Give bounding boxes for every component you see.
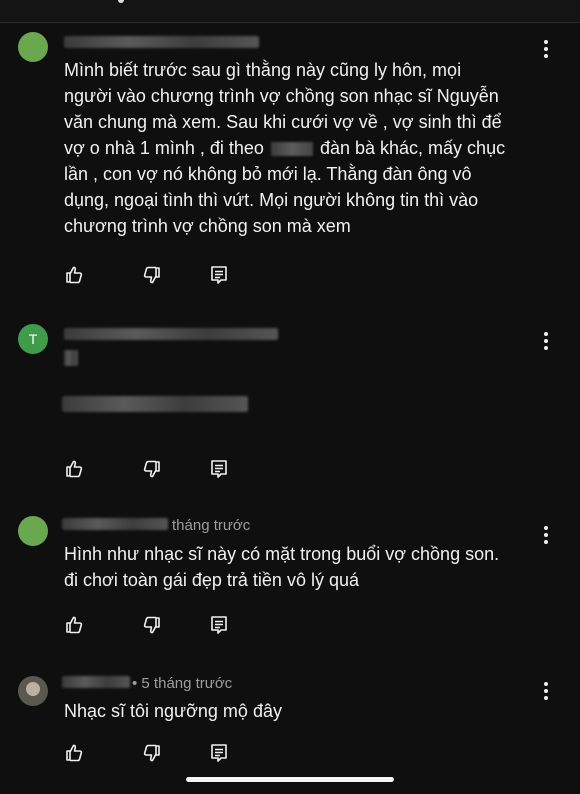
thumb-down-icon xyxy=(143,616,160,634)
reply-button[interactable] xyxy=(208,614,232,638)
more-vert-icon[interactable] xyxy=(538,332,554,352)
home-indicator[interactable] xyxy=(186,777,394,782)
comment-text: Hình như nhạc sĩ này có mặt trong buổi v… xyxy=(64,541,544,593)
author-name-blurred[interactable] xyxy=(64,36,259,48)
comment-line: Hình như nhạc sĩ này có mặt trong buổi v… xyxy=(64,544,500,564)
thumb-down-icon xyxy=(143,460,160,478)
reply-button[interactable] xyxy=(208,264,232,288)
comment-line: người vào chương trình vợ chồng son nhạc… xyxy=(64,86,499,106)
avatar[interactable] xyxy=(18,516,48,546)
avatar[interactable] xyxy=(18,676,48,706)
blurred-text xyxy=(64,350,78,366)
thumb-up-icon xyxy=(66,744,83,762)
author-name-blurred[interactable] xyxy=(62,676,130,688)
comment-line: đi chơi toàn gái đẹp trả tiền vô lý quá xyxy=(64,570,359,590)
comment-actions xyxy=(64,614,264,640)
reply-icon xyxy=(211,460,227,478)
top-bar xyxy=(0,0,580,23)
reply-icon xyxy=(211,744,227,762)
comment-line: Nhạc sĩ tôi ngưỡng mộ đây xyxy=(64,701,282,721)
thumb-down-icon xyxy=(143,744,160,762)
like-button[interactable] xyxy=(64,614,88,638)
comment-line: chương trình vợ chồng son mà xem xyxy=(64,216,351,236)
dislike-button[interactable] xyxy=(140,458,164,482)
like-button[interactable] xyxy=(64,742,88,766)
comment-text: Nhạc sĩ tôi ngưỡng mộ đây xyxy=(64,698,544,724)
status-dot xyxy=(118,0,124,3)
comment-text: Mình biết trước sau gì thằng này cũng ly… xyxy=(64,57,544,239)
dislike-button[interactable] xyxy=(140,264,164,288)
like-button[interactable] xyxy=(64,264,88,288)
dislike-button[interactable] xyxy=(140,742,164,766)
reply-button[interactable] xyxy=(208,458,232,482)
reply-button[interactable] xyxy=(208,742,232,766)
censored-word xyxy=(270,142,313,157)
thumb-up-icon xyxy=(66,266,83,284)
dislike-button[interactable] xyxy=(140,614,164,638)
comment-time: tháng trước xyxy=(172,517,251,534)
comment-line-part: vợ o nhà 1 mình , đi theo xyxy=(64,138,264,158)
comment-time: • 5 tháng trước xyxy=(132,675,233,692)
author-name-blurred[interactable] xyxy=(64,328,278,340)
like-button[interactable] xyxy=(64,458,88,482)
comment-line: văn chung mà xem. Sau khi cưới vợ về , v… xyxy=(64,112,502,132)
thumb-up-icon xyxy=(66,616,83,634)
avatar[interactable] xyxy=(18,32,48,62)
reply-icon xyxy=(211,266,227,284)
reply-icon xyxy=(211,616,227,634)
thumb-up-icon xyxy=(66,460,83,478)
author-name-blurred[interactable] xyxy=(62,518,168,530)
comment-line: dụng, ngoại tình thì vứt. Mọi người khôn… xyxy=(64,190,479,210)
thumb-down-icon xyxy=(143,266,160,284)
comment-actions xyxy=(64,742,264,768)
comment-line-part: đàn bà khác, mấy chục xyxy=(319,138,506,158)
comment-actions xyxy=(64,458,264,484)
avatar[interactable]: T xyxy=(18,324,48,354)
comment-text-blurred xyxy=(62,396,248,412)
comment-line: Mình biết trước sau gì thằng này cũng ly… xyxy=(64,60,462,80)
comment-line: lần , con vợ nó không bỏ mới lạ. Thằng đ… xyxy=(64,164,472,184)
comment-line: vợ o nhà 1 mình , đi theo đàn bà khác, m… xyxy=(64,135,544,161)
comment-actions xyxy=(64,264,264,290)
